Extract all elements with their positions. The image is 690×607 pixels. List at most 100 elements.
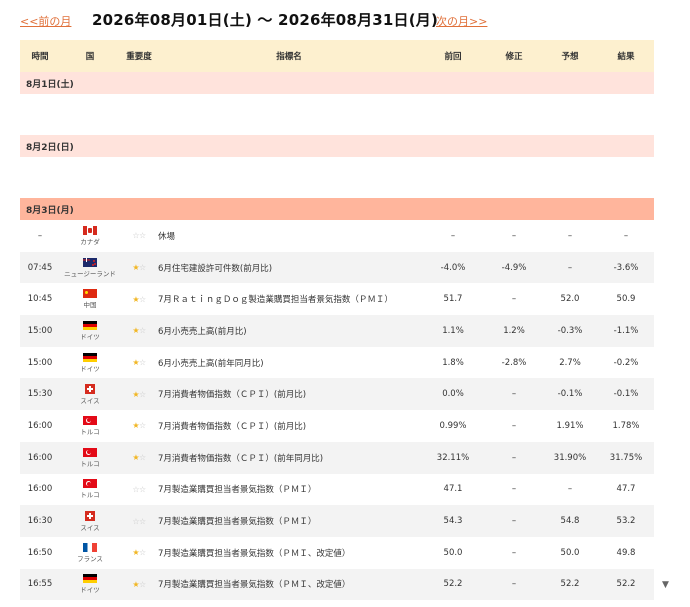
date-header-row: 8月3日(月) (20, 198, 654, 220)
previous-value: 0.0% (442, 389, 464, 400)
indicator-name: 7月ＲａｔｉｎｇＤｏｇ製造業購買担当者景気指数（ＰＭＩ） (158, 295, 393, 306)
flag-ch-icon (85, 383, 95, 394)
forecast-value: 54.8 (560, 516, 580, 527)
time-cell: 16:50 (27, 547, 53, 558)
table-row[interactable]: 15:00 ドイツ ★☆ 6月小売売上高(前月比) 1.1% 1.2% -0.3% -1.1% (20, 315, 654, 347)
country-name: ドイツ (80, 364, 100, 373)
star-filled-icon: ★ (132, 358, 139, 368)
importance-stars: ☆☆ (120, 231, 158, 240)
indicator-name: 7月製造業購買担当者景気指数（ＰＭＩ） (158, 517, 317, 528)
country-name: トルコ (80, 491, 100, 500)
star-empty-icon: ☆ (139, 548, 146, 558)
date-header-row: 8月1日(土) (20, 72, 654, 94)
result-value: 53.2 (616, 516, 636, 527)
revised-value: -2.8% (501, 357, 527, 368)
forecast-value: 50.0 (560, 547, 580, 558)
importance-stars: ★☆ (120, 548, 158, 557)
previous-value: 54.3 (443, 516, 463, 527)
forecast-value: -0.1% (557, 389, 583, 400)
forecast-value: 1.91% (556, 420, 584, 431)
result-value: 1.78% (612, 420, 640, 431)
star-empty-icon: ☆ (139, 453, 146, 463)
country-flag-group: ニュージーランド (60, 257, 120, 278)
indicator-name: 7月消費者物価指数（ＣＰＩ）(前月比) (158, 390, 307, 401)
country-cell: トルコ (60, 447, 120, 468)
indicator-name: 7月製造業購買担当者景気指数（ＰＭＩ、改定値） (158, 580, 351, 591)
flag-tr-icon (83, 415, 97, 425)
prev-month-link[interactable]: <<前の月 (20, 13, 71, 29)
table-row[interactable]: 16:00 トルコ ☆☆ 7月製造業購買担当者景気指数（ＰＭＩ） 47.1– –47.7 (20, 474, 654, 506)
table-body: 8月1日(土) 8月2日(日) 8月3日(月) – カナダ ☆☆ 休場 – – – –07:45 ニュ… (20, 72, 654, 601)
flag-cn-icon (83, 289, 97, 299)
country-flag-group: ドイツ (60, 352, 120, 373)
revised-value: – (511, 547, 517, 558)
table-row[interactable]: 07:45 ニュージーランド ★☆ 6月住宅建設許可件数(前月比) -4.0% -4.9%… (20, 251, 654, 284)
star-empty-icon: ☆ (139, 579, 146, 589)
revised-value: – (511, 579, 517, 590)
time-cell: 15:30 (27, 389, 53, 400)
header-forecast: 予想 (561, 52, 579, 62)
table-header: 時間 国 重要度 指標名 前回 修正 予想 結果 (20, 40, 654, 72)
time-cell: 16:00 (27, 452, 53, 463)
importance-stars: ★☆ (120, 295, 158, 304)
country-flag-group: 中国 (60, 289, 120, 309)
flag-tr-icon (83, 479, 97, 489)
country-flag-group: トルコ (60, 447, 120, 468)
revised-value: – (511, 452, 517, 463)
table-row[interactable]: 15:30 スイス ★☆ 7月消費者物価指数（ＣＰＩ）(前月比) 0.0% – -0.1% -… (20, 378, 654, 411)
indicator-name: 7月消費者物価指数（ＣＰＩ）(前月比) (158, 421, 307, 432)
forecast-value: 31.90% (553, 452, 587, 463)
importance-stars: ★☆ (120, 453, 158, 462)
star-empty-icon: ☆ (132, 231, 139, 241)
country-cell: スイス (60, 383, 120, 405)
result-value: 50.9 (616, 294, 636, 305)
time-cell: – (37, 230, 43, 241)
country-cell: ドイツ (60, 574, 120, 594)
country-flag-group: ドイツ (60, 320, 120, 341)
table-row[interactable]: 16:00 トルコ ★☆ 7月消費者物価指数（ＣＰＩ）(前年同月比) 32.11% –31… (20, 441, 654, 474)
empty-day-space (20, 157, 654, 198)
flag-de-icon (83, 574, 97, 584)
table-row[interactable]: 16:50 フランス ★☆ 7月製造業購買担当者景気指数（ＰＭＩ、改定値） 50.0–5… (20, 537, 654, 569)
table-row[interactable]: 10:45 中国 ★☆ 7月ＲａｔｉｎｇＤｏｇ製造業購買担当者景気指数（ＰＭＩ） 51.… (20, 283, 654, 315)
result-value: -3.6% (613, 262, 639, 273)
previous-value: – (450, 230, 456, 241)
header-importance: 重要度 (126, 52, 152, 62)
result-value: -1.1% (613, 325, 639, 336)
country-cell: ニュージーランド (60, 257, 120, 278)
star-empty-icon: ☆ (139, 358, 146, 368)
result-value: -0.2% (613, 357, 639, 368)
importance-stars: ★☆ (120, 358, 158, 367)
star-filled-icon: ★ (132, 453, 139, 463)
country-flag-group: トルコ (60, 479, 120, 499)
star-filled-icon: ★ (132, 421, 139, 431)
country-flag-group: カナダ (60, 225, 120, 246)
country-cell: カナダ (60, 225, 120, 246)
star-empty-icon: ☆ (139, 326, 146, 336)
table-row[interactable]: – カナダ ☆☆ 休場 – – – – (20, 220, 654, 252)
result-value: 47.7 (616, 484, 636, 495)
previous-value: 52.2 (443, 579, 463, 590)
previous-value: 1.8% (442, 357, 464, 368)
star-filled-icon: ★ (132, 326, 139, 336)
star-filled-icon: ★ (132, 579, 139, 589)
table-row[interactable]: 16:55 ドイツ ★☆ 7月製造業購買担当者景気指数（ＰＭＩ、改定値） 52.2–52… (20, 568, 654, 601)
result-value: 31.75% (609, 452, 643, 463)
table-row[interactable]: 15:00 ドイツ ★☆ 6月小売売上高(前年同月比) 1.8% -2.8% 2.7% -0.… (20, 347, 654, 379)
date-header-row: 8月2日(日) (20, 135, 654, 157)
country-flag-group: フランス (60, 542, 120, 563)
star-filled-icon: ★ (132, 389, 139, 399)
next-month-link[interactable]: 次の月>> (436, 13, 487, 29)
flag-ch-icon (85, 510, 95, 521)
flag-de-icon (83, 352, 97, 362)
country-name: カナダ (80, 237, 100, 246)
table-row[interactable]: 16:30 スイス ☆☆ 7月製造業購買担当者景気指数（ＰＭＩ） 54.3–54.8 53… (20, 505, 654, 537)
previous-value: 32.11% (436, 452, 470, 463)
revised-value: – (511, 516, 517, 527)
scroll-down-icon[interactable]: ▼ (662, 580, 669, 590)
header-previous: 前回 (444, 52, 462, 62)
forecast-value: 52.0 (560, 294, 580, 305)
forecast-value: 2.7% (559, 357, 581, 368)
table-row[interactable]: 16:00 トルコ ★☆ 7月消費者物価指数（ＣＰＩ）(前月比) 0.99% –1.91%… (20, 410, 654, 442)
star-empty-icon: ☆ (139, 484, 146, 494)
